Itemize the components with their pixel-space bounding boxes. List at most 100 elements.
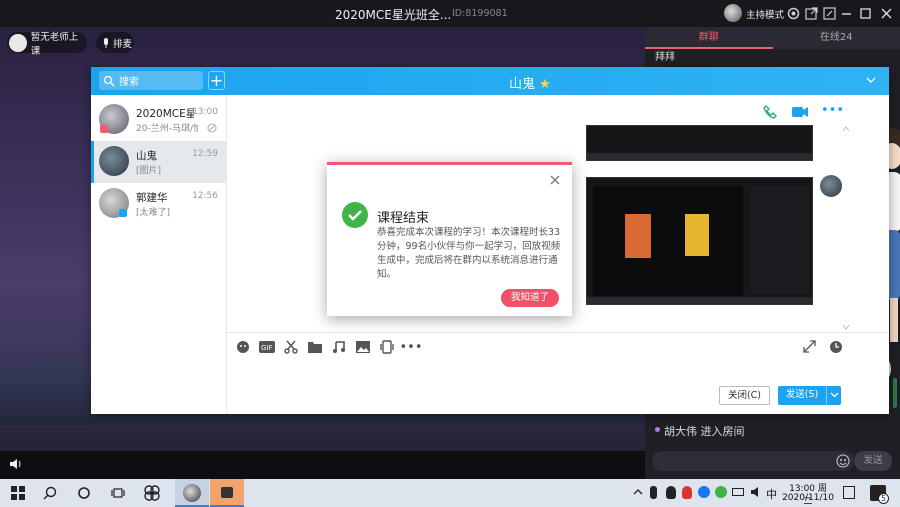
stage-control-bar (0, 451, 645, 479)
search-placeholder: 搜索 (119, 77, 139, 88)
taskbar: 中 5 (0, 479, 900, 507)
input-toolbar: GIF ••• (231, 338, 423, 356)
add-button[interactable]: + (208, 71, 225, 90)
taskbar-app-active[interactable] (175, 479, 209, 507)
host-avatar[interactable] (724, 4, 742, 22)
scissors-icon[interactable] (279, 339, 303, 355)
more-icon[interactable]: ••• (821, 103, 844, 118)
right-panel-tabs: 群聊 在线24 (645, 27, 900, 49)
app-pinwheel-icon[interactable] (142, 483, 162, 503)
cortana-icon[interactable] (74, 483, 94, 503)
task-view-icon[interactable] (108, 483, 128, 503)
gif-icon[interactable]: GIF (255, 339, 279, 355)
cloud-icon[interactable] (698, 486, 710, 498)
dialog-message: 恭喜完成本次课程的学习！本次课程时长33分钟，99名小伙伴与你一起学习，回放视频… (377, 227, 561, 280)
room-id: ID:8199081 (452, 8, 508, 19)
pin-icon[interactable] (821, 5, 838, 22)
divider (227, 332, 889, 333)
group-badge (100, 125, 108, 133)
notification-badge: 5 (878, 493, 889, 504)
music-icon[interactable] (327, 339, 351, 355)
contact-preview: [图片] (136, 166, 162, 176)
close-chat-button[interactable]: 关闭(C) (719, 386, 770, 405)
search-icon (103, 75, 115, 86)
scroll-up-icon[interactable] (842, 125, 850, 133)
contact-time: 13:00 (192, 107, 218, 117)
emoji-icon[interactable] (836, 454, 850, 468)
host-mode-label[interactable]: 主持模式 (746, 7, 784, 21)
scroll-down-icon[interactable] (842, 323, 850, 331)
contact-item[interactable]: 郭建华 [太难了] 12:56 (91, 183, 227, 225)
tray-expand-icon[interactable] (633, 487, 643, 497)
search-input[interactable]: 搜索 (99, 71, 203, 90)
send-message-button[interactable]: 发送(S) (778, 386, 826, 405)
contact-preview: [太难了] (136, 208, 171, 218)
windows-start-icon[interactable] (8, 483, 28, 503)
chat-app-icon (221, 487, 233, 498)
chat-input[interactable] (652, 451, 854, 471)
dialog-close-icon[interactable] (549, 174, 561, 186)
search-icon[interactable] (40, 483, 60, 503)
device-badge (119, 209, 127, 217)
more-tools-icon[interactable]: ••• (399, 339, 423, 355)
speaker-icon[interactable] (750, 486, 762, 498)
avatar (820, 175, 842, 197)
popout-icon[interactable] (803, 5, 820, 22)
image-sidebar (751, 186, 809, 294)
contact-item[interactable]: 山鬼 [图片] 12:59 (91, 141, 227, 183)
tab-group-chat[interactable]: 群聊 (645, 27, 773, 49)
scroll-indicator[interactable] (893, 378, 897, 408)
mute-icon (207, 123, 217, 133)
battery-icon[interactable] (732, 488, 744, 496)
expand-icon[interactable] (803, 340, 816, 353)
contact-time: 12:56 (192, 191, 218, 201)
selected-indicator (91, 141, 94, 183)
clock-date[interactable]: 2020/11/10 (782, 493, 834, 503)
image-icon[interactable] (351, 339, 375, 355)
send-button[interactable]: 发送 (854, 451, 892, 471)
contact-name: 2020MCE星 (136, 108, 194, 120)
mic-tray-icon[interactable] (650, 486, 657, 499)
dialog-confirm-button[interactable]: 我知道了 (501, 289, 559, 307)
notes-icon[interactable] (843, 486, 855, 499)
contact-time: 12:59 (192, 149, 218, 159)
qq-icon[interactable] (666, 486, 676, 499)
course-end-dialog: 课程结束 恭喜完成本次课程的学习！本次课程时长33分钟，99名小伙伴与你一起学习… (327, 162, 572, 316)
chat-message: 拜拜 (655, 52, 675, 63)
contact-name: 郭建华 (136, 192, 168, 204)
tab-online[interactable]: 在线24 (773, 27, 900, 49)
queue-button[interactable]: 排麦 (96, 32, 134, 53)
screen-share-icon[interactable] (375, 339, 399, 355)
success-icon (342, 202, 368, 228)
ime-indicator[interactable]: 中 (766, 486, 777, 502)
dialog-title: 课程结束 (377, 211, 430, 226)
volume-icon[interactable] (8, 457, 22, 471)
video-call-icon[interactable] (791, 104, 809, 120)
teacher-status-label: 暂无老师上课 (30, 31, 79, 57)
minimize-icon[interactable] (838, 5, 855, 22)
image-message[interactable] (586, 177, 813, 305)
chat-title-text: 山鬼 (509, 77, 536, 92)
send-options-button[interactable] (826, 386, 841, 405)
settings-icon[interactable] (785, 5, 802, 22)
phone-icon[interactable] (762, 104, 778, 120)
qq-red-icon[interactable] (682, 486, 692, 499)
image-message[interactable] (586, 125, 813, 161)
svg-text:GIF: GIF (261, 344, 273, 352)
image-video (593, 186, 743, 296)
system-message: 胡大伟 进入房间 (664, 425, 745, 438)
taskbar-app-chat[interactable] (210, 479, 244, 507)
folder-icon[interactable] (303, 339, 327, 355)
chevron-down-icon (830, 392, 839, 398)
sync-icon[interactable] (715, 486, 727, 498)
emoji-icon[interactable] (231, 339, 255, 355)
contact-item[interactable]: 2020MCE星 20-兰州-马琪/怕 13:00 (91, 99, 227, 141)
contact-name: 山鬼 (136, 150, 157, 162)
history-icon[interactable] (829, 340, 843, 354)
close-icon[interactable] (878, 5, 895, 22)
maximize-icon[interactable] (857, 5, 874, 22)
image-taskbar (587, 297, 812, 304)
mic-icon (104, 37, 108, 48)
chevron-down-icon[interactable] (865, 74, 877, 86)
system-dot (655, 427, 660, 432)
